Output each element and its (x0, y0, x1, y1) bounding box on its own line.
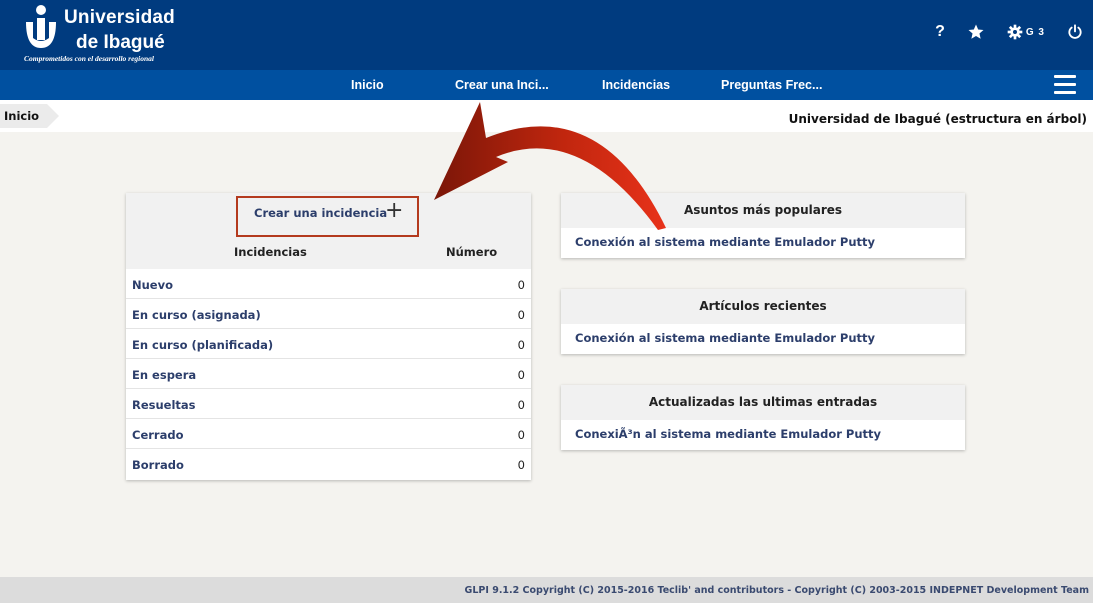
status-count: 0 (517, 308, 525, 322)
gear-icon (1007, 24, 1023, 40)
popular-topics-title: Asuntos más populares (561, 193, 965, 228)
entity-selector[interactable]: Universidad de Ibagué (estructura en árb… (789, 112, 1087, 126)
star-icon[interactable] (967, 23, 985, 41)
status-link-en-espera[interactable]: En espera (132, 368, 196, 382)
table-row: Resueltas 0 (126, 389, 531, 419)
nav-item-preguntas-frecuentes[interactable]: Preguntas Frec... (721, 70, 822, 100)
logo-mark-icon (26, 5, 56, 48)
status-count: 0 (517, 338, 525, 352)
status-count: 0 (517, 428, 525, 442)
main-nav: Inicio Crear una Inci... Incidencias Pre… (0, 70, 1093, 100)
table-row: En curso (asignada) 0 (126, 299, 531, 329)
profile-label: G 3 (1025, 26, 1045, 38)
status-link-en-curso-planificada[interactable]: En curso (planificada) (132, 338, 273, 352)
tickets-list: Nuevo 0 En curso (asignada) 0 En curso (… (126, 269, 531, 479)
recent-article-link[interactable]: Conexión al sistema mediante Emulador Pu… (575, 331, 875, 345)
status-count: 0 (517, 368, 525, 382)
table-row: En espera 0 (126, 359, 531, 389)
last-updated-panel: Actualizadas las ultimas entradas Conexi… (561, 385, 965, 450)
top-icons: ? G 3 (913, 20, 1083, 44)
nav-item-crear-incidencia[interactable]: Crear una Inci... (455, 70, 549, 100)
menu-icon[interactable] (1054, 75, 1076, 95)
logo-text-line2: de Ibagué (76, 32, 165, 53)
status-count: 0 (517, 398, 525, 412)
plus-icon[interactable]: + (385, 200, 403, 222)
profile-settings[interactable]: G 3 (1007, 24, 1045, 40)
status-count: 0 (517, 458, 525, 472)
top-header: Universidad de Ibagué Comprometidos con … (0, 0, 1093, 70)
footer: GLPI 9.1.2 Copyright (C) 2015-2016 Tecli… (0, 577, 1093, 603)
help-icon[interactable]: ? (935, 23, 945, 41)
last-updated-link[interactable]: ConexiÃ³n al sistema mediante Emulador P… (575, 427, 881, 441)
table-row: Nuevo 0 (126, 269, 531, 299)
tickets-panel: Crear una incidencia + Incidencias Númer… (126, 193, 531, 480)
footer-copyright[interactable]: GLPI 9.1.2 Copyright (C) 2015-2016 Tecli… (465, 585, 1089, 596)
recent-articles-title: Artículos recientes (561, 289, 965, 324)
breadcrumb-home[interactable]: Inicio (0, 104, 60, 128)
table-row: Cerrado 0 (126, 419, 531, 449)
popular-topics-panel: Asuntos más populares Conexión al sistem… (561, 193, 965, 258)
recent-articles-panel: Artículos recientes Conexión al sistema … (561, 289, 965, 354)
popular-topic-link[interactable]: Conexión al sistema mediante Emulador Pu… (575, 235, 875, 249)
status-link-nuevo[interactable]: Nuevo (132, 278, 173, 292)
nav-item-incidencias[interactable]: Incidencias (602, 70, 670, 100)
logo-text-line1: Universidad (64, 7, 175, 28)
status-link-en-curso-asignada[interactable]: En curso (asignada) (132, 308, 261, 322)
university-logo[interactable]: Universidad de Ibagué Comprometidos con … (22, 4, 202, 66)
column-header-incidencias: Incidencias (234, 245, 307, 259)
last-updated-title: Actualizadas las ultimas entradas (561, 385, 965, 420)
power-icon[interactable] (1067, 24, 1083, 40)
breadcrumb-bar: Inicio Universidad de Ibagué (estructura… (0, 100, 1093, 132)
table-row: En curso (planificada) 0 (126, 329, 531, 359)
nav-item-inicio[interactable]: Inicio (351, 70, 384, 100)
logo-tagline: Comprometidos con el desarrollo regional (24, 54, 155, 63)
table-row: Borrado 0 (126, 449, 531, 479)
status-link-borrado[interactable]: Borrado (132, 458, 184, 472)
status-link-resueltas[interactable]: Resueltas (132, 398, 196, 412)
status-count: 0 (517, 278, 525, 292)
status-link-cerrado[interactable]: Cerrado (132, 428, 183, 442)
tickets-panel-header: Crear una incidencia + Incidencias Númer… (126, 193, 531, 269)
create-ticket-link[interactable]: Crear una incidencia (254, 206, 387, 220)
column-header-numero: Número (446, 245, 498, 259)
